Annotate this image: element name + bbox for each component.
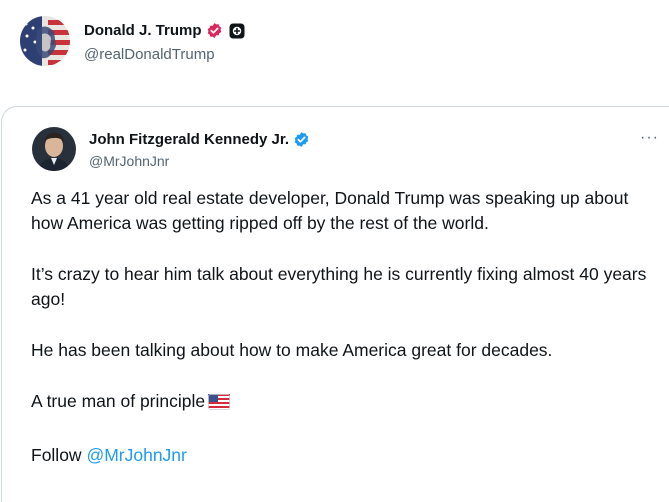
follow-line: Follow @MrJohnJnr	[31, 443, 656, 468]
verified-check-icon	[293, 131, 310, 148]
more-options-button[interactable]: ···	[640, 128, 664, 148]
post-paragraph-2: It’s crazy to hear him talk about everyt…	[31, 264, 647, 309]
avatar[interactable]	[20, 16, 70, 66]
mention-link[interactable]: @MrJohnJnr	[86, 445, 186, 465]
avatar[interactable]	[32, 127, 76, 171]
post-text: As a 41 year old real estate developer, …	[31, 186, 656, 494]
quoted-author-handle[interactable]: @MrJohnJnr	[89, 153, 310, 169]
post-paragraph-4-text: A true man of principle	[31, 391, 206, 411]
plus-square-icon	[229, 23, 245, 39]
follow-prefix: Follow	[31, 445, 87, 465]
quoting-author-name[interactable]: Donald J. Trump	[84, 22, 202, 39]
post-paragraph-1: As a 41 year old real estate developer, …	[31, 188, 629, 233]
post-paragraph-4: A true man of principle	[31, 389, 656, 417]
quoted-author-name[interactable]: John Fitzgerald Kennedy Jr.	[89, 131, 289, 148]
avatar-portrait-image	[32, 127, 76, 171]
quoting-post-header: Donald J. Trump @realDonaldTrump	[20, 16, 245, 66]
avatar-flag-portrait-image	[20, 16, 70, 66]
gov-check-icon	[206, 22, 223, 39]
post-paragraph-3: He has been talking about how to make Am…	[31, 340, 553, 360]
quoted-post-header: John Fitzgerald Kennedy Jr. @MrJohnJnr	[32, 127, 310, 171]
quoting-author-handle[interactable]: @realDonaldTrump	[84, 46, 245, 63]
us-flag-icon	[208, 392, 231, 417]
